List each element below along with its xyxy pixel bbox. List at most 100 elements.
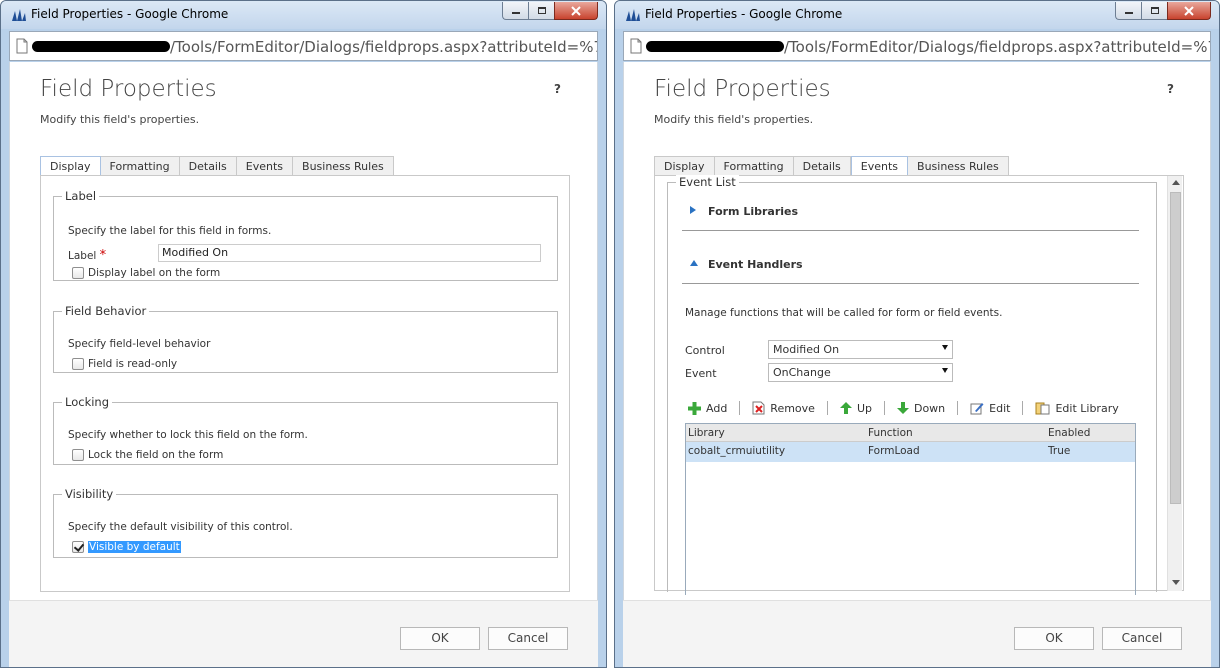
- checkbox-label: Display label on the form: [88, 267, 221, 279]
- label-input[interactable]: Modified On: [158, 244, 541, 262]
- tab-display[interactable]: Display: [40, 156, 101, 176]
- address-bar[interactable]: /Tools/FormEditor/Dialogs/fieldprops.asp…: [623, 31, 1211, 61]
- display-label-checkbox-row[interactable]: Display label on the form: [72, 267, 220, 279]
- redacted-host: [646, 41, 784, 52]
- library-icon: [1035, 402, 1050, 415]
- remove-icon: [752, 401, 765, 415]
- scroll-down-icon[interactable]: [1172, 580, 1180, 585]
- remove-button[interactable]: Remove: [752, 401, 815, 415]
- section-divider: [682, 283, 1139, 284]
- page-icon: [16, 38, 28, 54]
- column-header-library[interactable]: Library: [688, 427, 725, 439]
- minimize-button[interactable]: [502, 2, 528, 20]
- redacted-host: [32, 41, 170, 52]
- field-behavior-section: Field Behavior Specify field-level behav…: [53, 304, 558, 373]
- events-tab-panel: Event List Form Libraries Event Handlers…: [654, 175, 1184, 595]
- tab-bar: Display Formatting Details Events Busine…: [40, 156, 394, 176]
- control-select-value: Modified On: [773, 343, 840, 356]
- cancel-button[interactable]: Cancel: [1102, 627, 1182, 650]
- ok-button[interactable]: OK: [400, 627, 480, 650]
- minimize-icon: [511, 11, 520, 14]
- tab-business-rules[interactable]: Business Rules: [908, 156, 1009, 176]
- form-libraries-header[interactable]: Form Libraries: [708, 205, 798, 218]
- window-title: Field Properties - Google Chrome: [645, 7, 843, 21]
- edit-library-label: Edit Library: [1055, 401, 1119, 415]
- maximize-button[interactable]: [1141, 2, 1167, 20]
- tab-formatting[interactable]: Formatting: [100, 156, 180, 176]
- page-subtitle: Modify this field's properties.: [40, 113, 200, 126]
- column-header-enabled[interactable]: Enabled: [1048, 427, 1090, 439]
- section-description: Specify whether to lock this field on th…: [68, 429, 308, 441]
- locking-section: Locking Specify whether to lock this fie…: [53, 395, 558, 465]
- edit-icon: [970, 403, 984, 415]
- section-description: Specify the default visibility of this c…: [68, 521, 293, 533]
- add-label: Add: [706, 401, 728, 415]
- maximize-button[interactable]: [528, 2, 554, 20]
- title-bar[interactable]: Field Properties - Google Chrome: [1, 1, 606, 29]
- page-title: Field Properties: [654, 76, 831, 102]
- collapse-icon[interactable]: [690, 260, 698, 266]
- column-header-function[interactable]: Function: [868, 427, 913, 439]
- vertical-scrollbar[interactable]: [1167, 176, 1182, 591]
- left-browser-window: Field Properties - Google Chrome /Tools/…: [0, 0, 607, 668]
- section-description: Specify field-level behavior: [68, 338, 211, 350]
- cell-enabled: True: [1048, 445, 1071, 457]
- event-label: Event: [685, 367, 717, 380]
- event-select-value: OnChange: [773, 366, 831, 379]
- section-legend: Visibility: [65, 487, 114, 501]
- control-select[interactable]: Modified On: [768, 340, 953, 359]
- required-marker: *: [99, 248, 107, 263]
- visible-by-default-checkbox[interactable]: [72, 541, 84, 553]
- close-button[interactable]: [1167, 2, 1211, 20]
- dialog-footer: OK Cancel: [623, 600, 1211, 667]
- scroll-up-icon[interactable]: [1172, 180, 1180, 185]
- visibility-section: Visibility Specify the default visibilit…: [53, 487, 558, 558]
- visible-by-default-checkbox-row[interactable]: Visible by default: [72, 541, 181, 553]
- tab-events[interactable]: Events: [236, 156, 294, 176]
- tab-events[interactable]: Events: [850, 156, 909, 176]
- read-only-checkbox[interactable]: [72, 358, 84, 370]
- help-button[interactable]: ?: [1167, 82, 1174, 96]
- cancel-button[interactable]: Cancel: [488, 627, 568, 650]
- section-description: Specify the label for this field in form…: [68, 225, 272, 237]
- edit-library-button[interactable]: Edit Library: [1035, 401, 1119, 415]
- section-legend: Label: [65, 189, 97, 203]
- lock-field-checkbox[interactable]: [72, 449, 84, 461]
- tab-details[interactable]: Details: [793, 156, 851, 176]
- scrollbar-thumb[interactable]: [1170, 192, 1181, 504]
- read-only-checkbox-row[interactable]: Field is read-only: [72, 358, 177, 370]
- tab-business-rules[interactable]: Business Rules: [293, 156, 394, 176]
- display-label-checkbox[interactable]: [72, 267, 84, 279]
- table-row[interactable]: cobalt_crmuiutility FormLoad True: [686, 442, 1135, 462]
- address-bar[interactable]: /Tools/FormEditor/Dialogs/fieldprops.asp…: [9, 31, 598, 61]
- add-button[interactable]: Add: [688, 401, 728, 415]
- close-icon: [1184, 5, 1194, 16]
- edit-button[interactable]: Edit: [970, 401, 1010, 415]
- remove-label: Remove: [770, 401, 815, 415]
- lock-field-checkbox-row[interactable]: Lock the field on the form: [72, 449, 223, 461]
- help-button[interactable]: ?: [554, 82, 561, 96]
- toolbar-separator: [957, 401, 959, 415]
- page-icon: [630, 38, 642, 54]
- dynamics-logo-icon: [626, 9, 640, 21]
- tab-details[interactable]: Details: [179, 156, 237, 176]
- event-select[interactable]: OnChange: [768, 363, 953, 382]
- close-button[interactable]: [554, 2, 598, 20]
- down-label: Down: [913, 401, 946, 415]
- url-text: /Tools/FormEditor/Dialogs/fieldprops.asp…: [170, 38, 597, 56]
- minimize-button[interactable]: [1115, 2, 1141, 20]
- ok-button[interactable]: OK: [1014, 627, 1094, 650]
- minimize-icon: [1124, 11, 1133, 14]
- dialog-content: Field Properties Modify this field's pro…: [9, 62, 598, 600]
- dropdown-arrow-icon: [942, 368, 948, 373]
- tab-formatting[interactable]: Formatting: [714, 156, 794, 176]
- up-button[interactable]: Up: [839, 401, 872, 415]
- up-label: Up: [856, 401, 872, 415]
- window-title: Field Properties - Google Chrome: [31, 7, 229, 21]
- event-list-section: Event List Form Libraries Event Handlers…: [667, 175, 1157, 595]
- tab-display[interactable]: Display: [654, 156, 715, 176]
- expand-icon[interactable]: [690, 206, 696, 214]
- event-handlers-header[interactable]: Event Handlers: [708, 258, 803, 271]
- title-bar[interactable]: Field Properties - Google Chrome: [615, 1, 1219, 29]
- down-button[interactable]: Down: [896, 401, 946, 415]
